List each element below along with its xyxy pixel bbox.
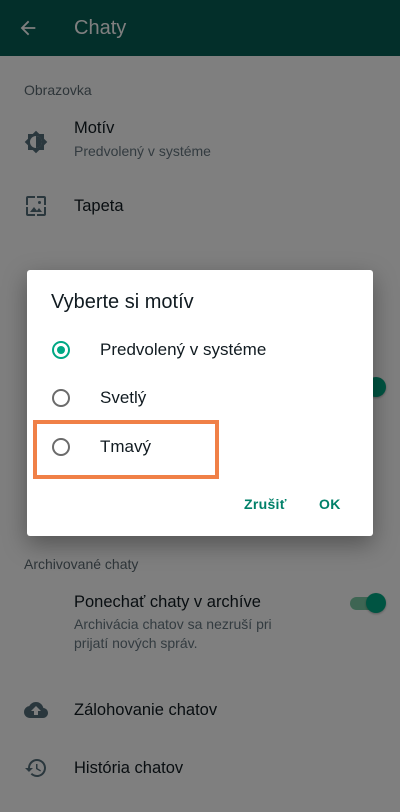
option-light[interactable]: Svetlý (27, 376, 373, 424)
radio-selected-icon[interactable] (52, 341, 70, 359)
option-system-default[interactable]: Predvolený v systéme (27, 328, 373, 376)
highlight-box (33, 420, 219, 479)
option-label: Svetlý (100, 388, 147, 407)
cancel-button[interactable]: Zrušiť (244, 496, 287, 512)
theme-dialog: Vyberte si motív Predvolený v systéme Sv… (27, 270, 373, 536)
dialog-title: Vyberte si motív (51, 291, 194, 313)
radio-unselected-icon[interactable] (52, 389, 70, 407)
option-label: Predvolený v systéme (100, 340, 267, 359)
ok-button[interactable]: OK (319, 496, 341, 512)
